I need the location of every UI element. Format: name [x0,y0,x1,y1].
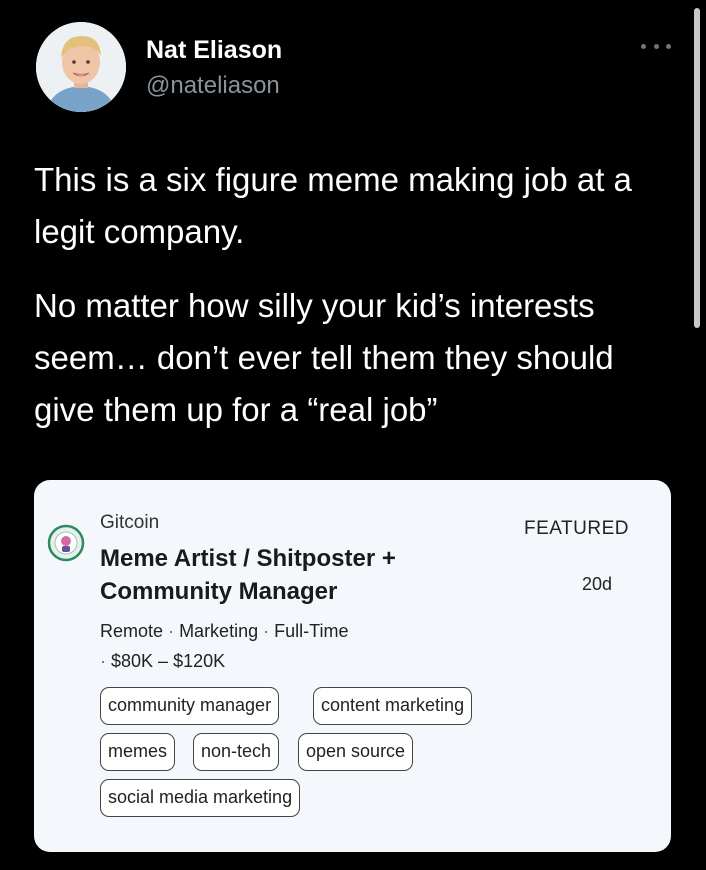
featured-badge: FEATURED [524,518,629,539]
avatar[interactable] [36,22,126,112]
tweet-text-paragraph: This is a six figure meme making job at … [34,161,632,250]
posted-age: 20d [582,574,613,594]
meta-separator: · [263,621,270,641]
tag[interactable]: open source [298,733,414,771]
gitcoin-logo-icon [47,524,85,562]
company-name[interactable]: Gitcoin [100,512,159,534]
tag[interactable]: content marketing [313,687,473,725]
job-meta: Remote · Marketing · Full-Time · $80K – … [100,616,348,676]
tag[interactable]: non-tech [193,733,280,771]
scrollbar[interactable] [694,8,700,328]
tag[interactable]: community manager [100,687,280,725]
tag[interactable]: memes [100,733,176,771]
meta-separator: · [168,621,175,641]
tweet-text-paragraph: No matter how silly your kid’s interests… [34,287,614,428]
job-title[interactable]: Meme Artist / Shitposter + Community Man… [100,542,480,608]
meta-separator: · [100,651,106,671]
tag[interactable]: social media marketing [100,779,301,817]
more-icon[interactable] [641,36,671,56]
job-location: Remote [100,621,164,641]
job-salary: $80K – $120K [111,651,226,671]
job-employment-type: Full-Time [274,621,349,641]
author-handle[interactable]: @nateliason [146,72,280,100]
author-name[interactable]: Nat Eliason [146,36,282,65]
job-card[interactable]: Gitcoin FEATURED 20d Meme Artist / Shitp… [34,480,671,852]
job-category: Marketing [179,621,259,641]
